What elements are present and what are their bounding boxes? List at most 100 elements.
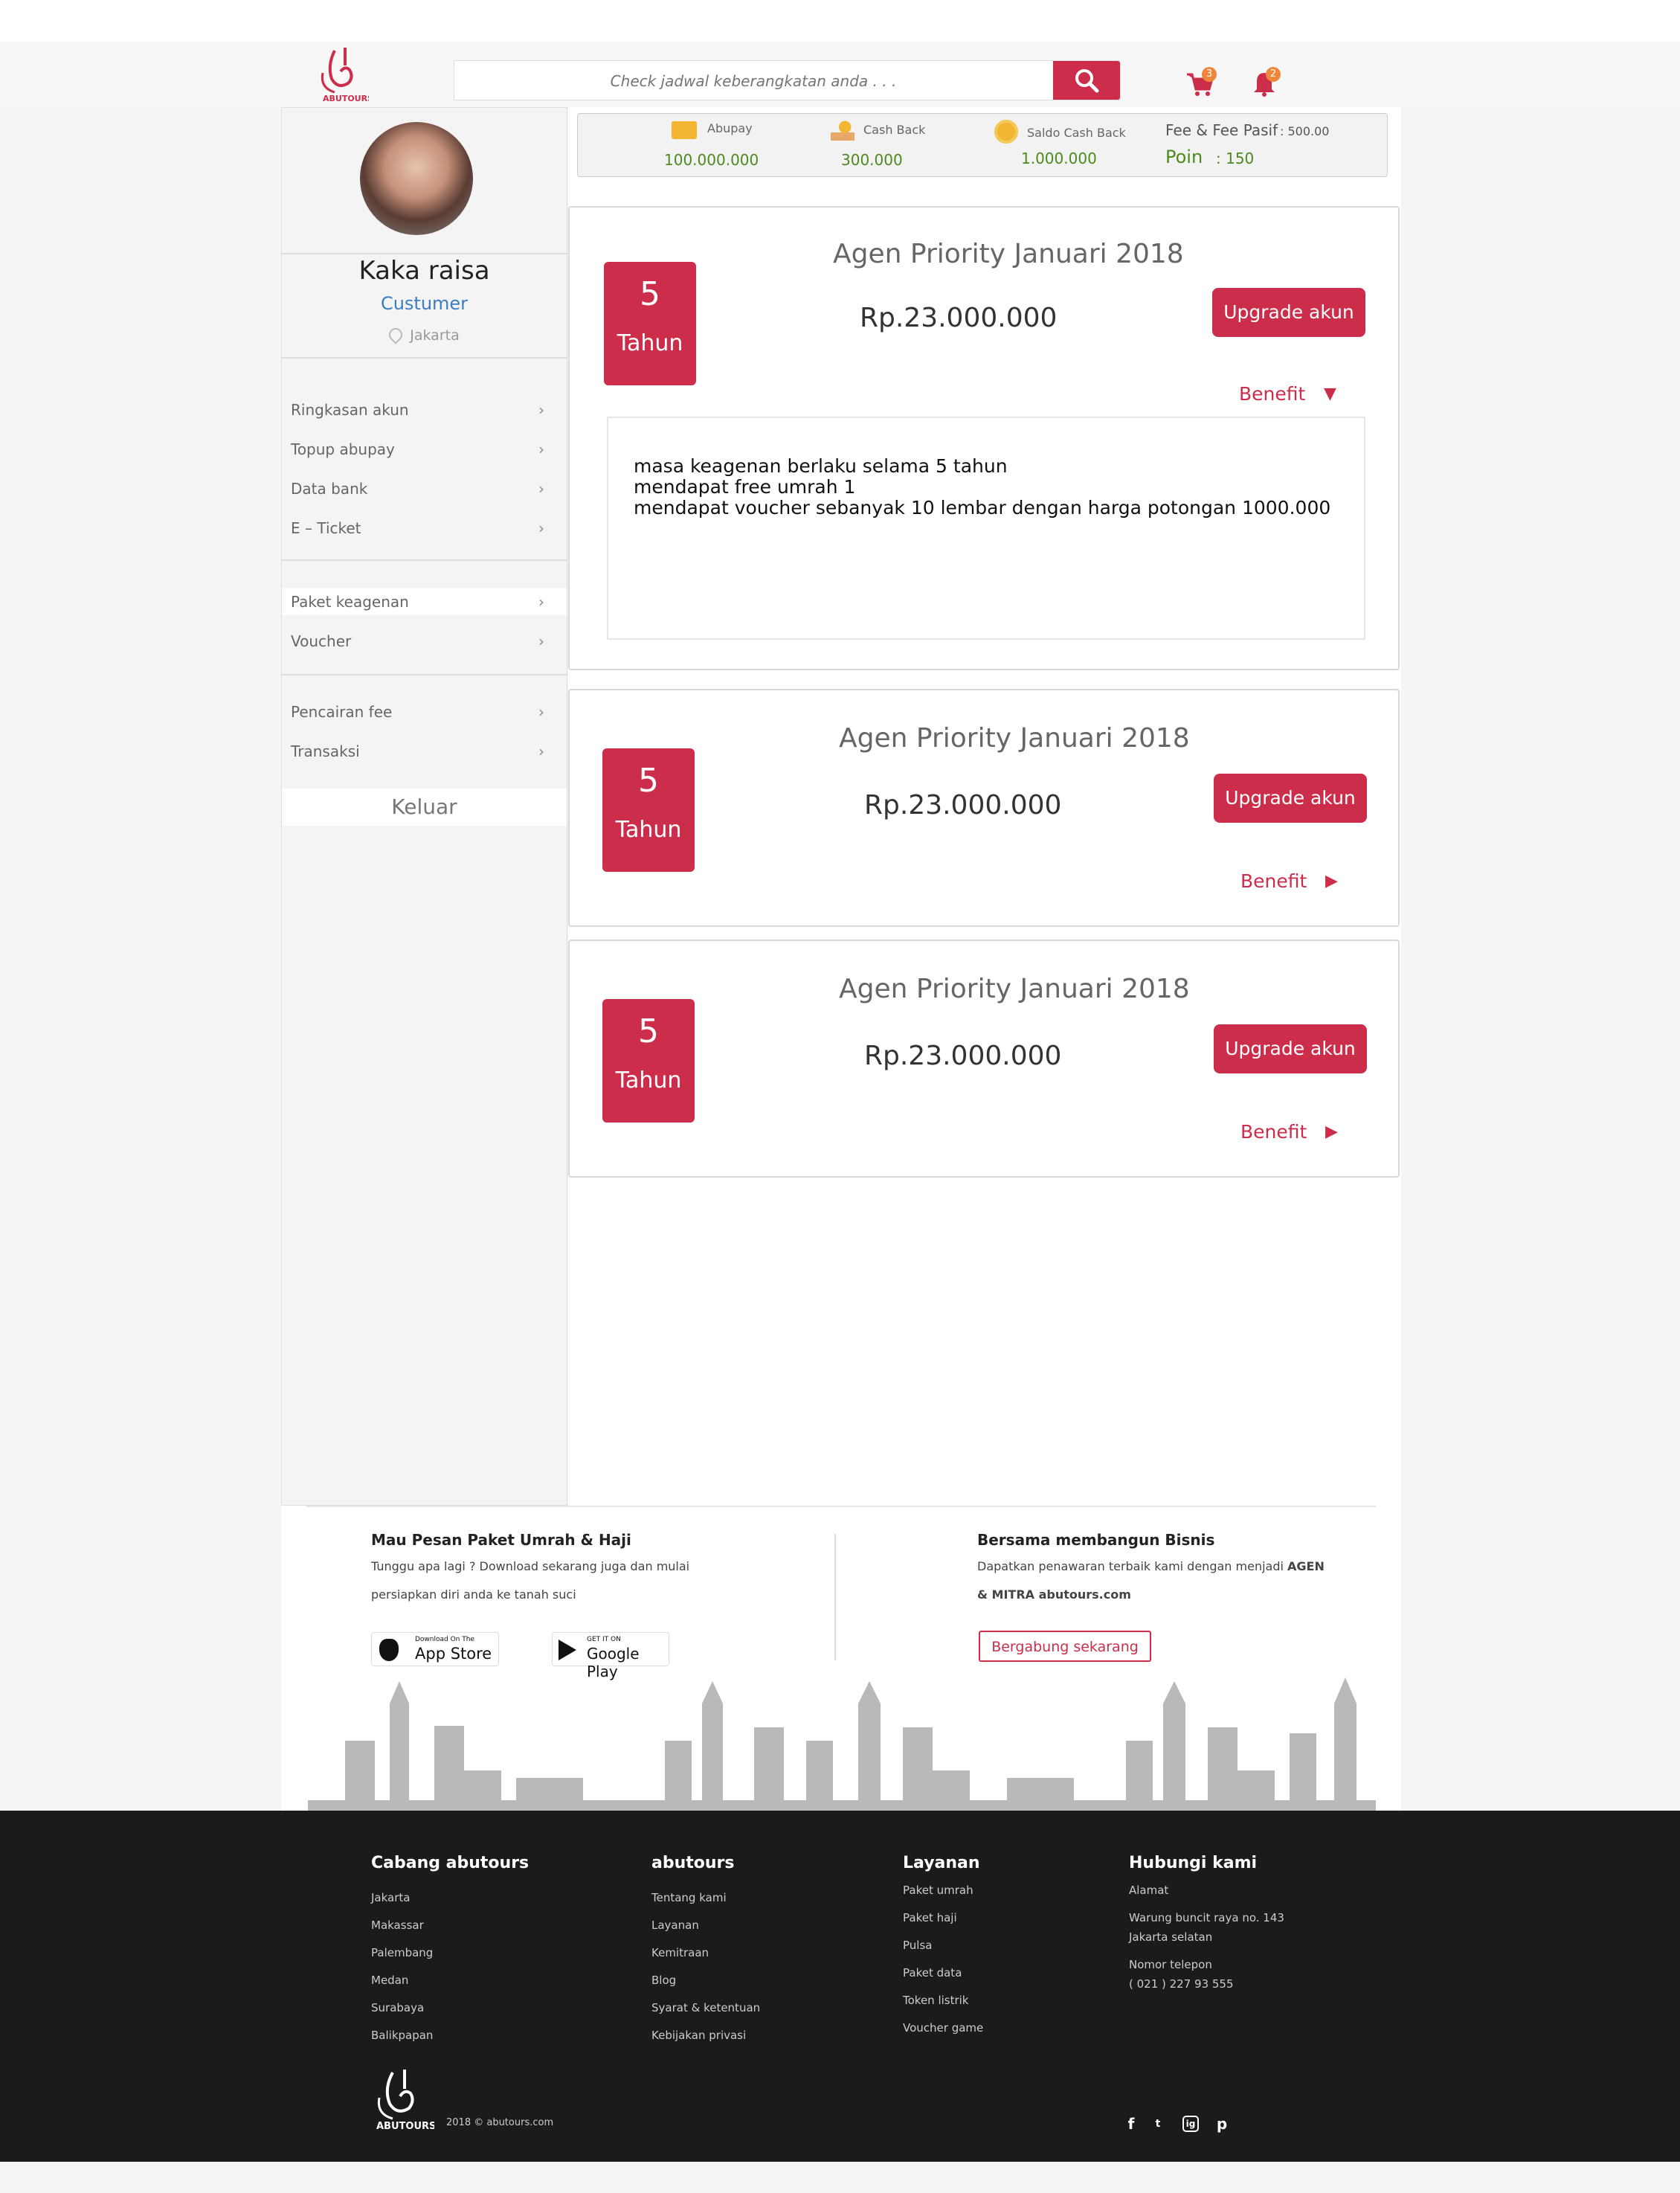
sidebar-item-label: Paket keagenan [291,593,409,611]
sidebar-item-data-bank[interactable]: Data bank › [282,475,567,502]
footer-branches-title: Cabang abutours [371,1854,530,1872]
instagram-icon[interactable]: ig [1182,2116,1199,2132]
sidebar-item-pencairan-fee[interactable]: Pencairan fee › [282,699,567,725]
abupay-value: 100.000.000 [664,151,759,169]
footer-link[interactable]: Paket umrah [903,1884,973,1897]
cashback-label: Cash Back [863,123,926,137]
package-title: Agen Priority Januari 2018 [839,974,1190,1004]
caret-right-icon[interactable]: ▶ [1325,872,1338,890]
footer-link[interactable]: Medan [371,1974,408,1987]
sidebar-item-e-ticket[interactable]: E – Ticket › [282,515,567,542]
phone-label: Nomor telepon [1129,1958,1212,1971]
top-spacer [0,0,1680,42]
footer-link[interactable]: Layanan [651,1919,699,1932]
benefit-toggle[interactable]: Benefit [1240,870,1307,892]
caret-down-icon[interactable]: ▼ [1324,385,1336,403]
app-store-small-text: Download On The [415,1636,474,1643]
saldo-cashback-label: Saldo Cash Back [1027,126,1126,140]
sidebar-item-topup-abupay[interactable]: Topup abupay › [282,436,567,463]
promo-business-text-part: Dapatkan penawaran terbaik kami dengan m… [977,1559,1284,1573]
svg-text:ABUTOURS: ABUTOURS [376,2121,434,2132]
app-store-button[interactable]: Download On The App Store [371,1632,499,1666]
sidebar-item-label: Data bank [291,480,368,498]
footer-logo[interactable]: ABUTOURS [367,2065,436,2132]
chevron-right-icon: › [538,742,544,760]
google-play-small-text: GET IT ON [587,1636,621,1643]
footer-link[interactable]: Balikpapan [371,2029,433,2042]
footer-link[interactable]: Paket data [903,1966,962,1980]
benefit-toggle[interactable]: Benefit [1239,383,1305,405]
upgrade-account-button[interactable]: Upgrade akun [1214,774,1367,823]
sidebar-item-label: Ringkasan akun [291,401,409,419]
phone-number: ( 021 ) 227 93 555 [1129,1977,1234,1991]
chevron-right-icon: › [538,632,544,650]
divider [306,1506,1376,1507]
app-store-text: App Store [415,1645,492,1663]
promo-business-text-bold: AGEN [1287,1559,1325,1573]
cart-button[interactable]: 3 [1185,67,1217,98]
footer-link[interactable]: Paket haji [903,1911,957,1924]
card-icon [672,121,697,139]
notification-button[interactable]: 2 [1249,67,1281,98]
poin-label: Poin [1165,147,1203,167]
svg-text:ABUTOURS: ABUTOURS [323,94,369,103]
google-play-button[interactable]: GET IT ON Google Play [552,1632,669,1680]
footer-link[interactable]: Palembang [371,1946,433,1959]
divider [282,357,567,359]
search-bar [454,60,1121,101]
divider [282,253,567,254]
promo-business-text: & MITRA abutours.com [977,1587,1131,1602]
footer-link[interactable]: Token listrik [903,1994,969,2007]
footer [0,1811,1680,2162]
sidebar-item-label: Transaksi [291,742,360,760]
search-input[interactable] [454,61,1052,101]
cashback-value: 300.000 [841,151,903,169]
footer-link[interactable]: Jakarta [371,1891,410,1904]
city-skyline-illustration [308,1674,1376,1811]
upgrade-account-button[interactable]: Upgrade akun [1212,288,1365,337]
pinterest-icon[interactable]: p [1214,2116,1230,2132]
footer-link[interactable]: Kebijakan privasi [651,2029,746,2042]
abutours-logo[interactable]: ABUTOURS [312,43,373,104]
logout-button[interactable]: Keluar [282,789,567,826]
footer-link[interactable]: Syarat & ketentuan [651,2001,760,2014]
sidebar-item-label: Topup abupay [291,440,395,458]
profile-name: Kaka raisa [358,256,490,286]
duration-badge: 5 Tahun [602,748,695,872]
footer-link[interactable]: Surabaya [371,2001,424,2014]
promo-app-title: Mau Pesan Paket Umrah & Haji [371,1531,631,1549]
chevron-right-icon: › [538,480,544,498]
address-label: Alamat [1129,1884,1169,1897]
benefit-toggle[interactable]: Benefit [1240,1121,1307,1143]
address-line: Jakarta selatan [1129,1930,1213,1944]
footer-link[interactable]: Tentang kami [651,1891,727,1904]
join-now-button[interactable]: Bergabung sekarang [979,1631,1151,1662]
footer-link[interactable]: Kemitraan [651,1946,709,1959]
duration-unit: Tahun [615,817,682,843]
facebook-icon[interactable]: f [1123,2116,1139,2132]
search-button[interactable] [1053,61,1120,100]
upgrade-account-button[interactable]: Upgrade akun [1214,1024,1367,1073]
divider [834,1534,836,1660]
duration-badge: 5 Tahun [604,262,696,385]
poin-value: : 150 [1216,150,1255,167]
footer-link[interactable]: Blog [651,1974,676,1987]
footer-link[interactable]: Makassar [371,1919,424,1932]
fee-value: : 500.00 [1280,124,1330,138]
chevron-right-icon: › [538,440,544,458]
chevron-right-icon: › [538,703,544,721]
footer-link[interactable]: Voucher game [903,2021,983,2035]
sidebar-item-transaksi[interactable]: Transaksi › [282,738,567,765]
footer-link[interactable]: Pulsa [903,1939,932,1952]
sidebar-item-ringkasan-akun[interactable]: Ringkasan akun › [282,396,567,423]
sidebar-item-paket-keagenan[interactable]: Paket keagenan › [282,588,567,615]
duration-number: 5 [638,762,659,800]
coin-icon [994,120,1018,144]
twitter-icon[interactable]: t [1150,2116,1166,2132]
duration-number: 5 [640,275,660,313]
caret-right-icon[interactable]: ▶ [1325,1123,1338,1141]
fee-label: Fee & Fee Pasif [1165,121,1278,139]
sidebar-item-voucher[interactable]: Voucher › [282,628,567,655]
benefit-line: mendapat voucher sebanyak 10 lembar deng… [634,497,1331,518]
cashback-icon [831,120,855,141]
